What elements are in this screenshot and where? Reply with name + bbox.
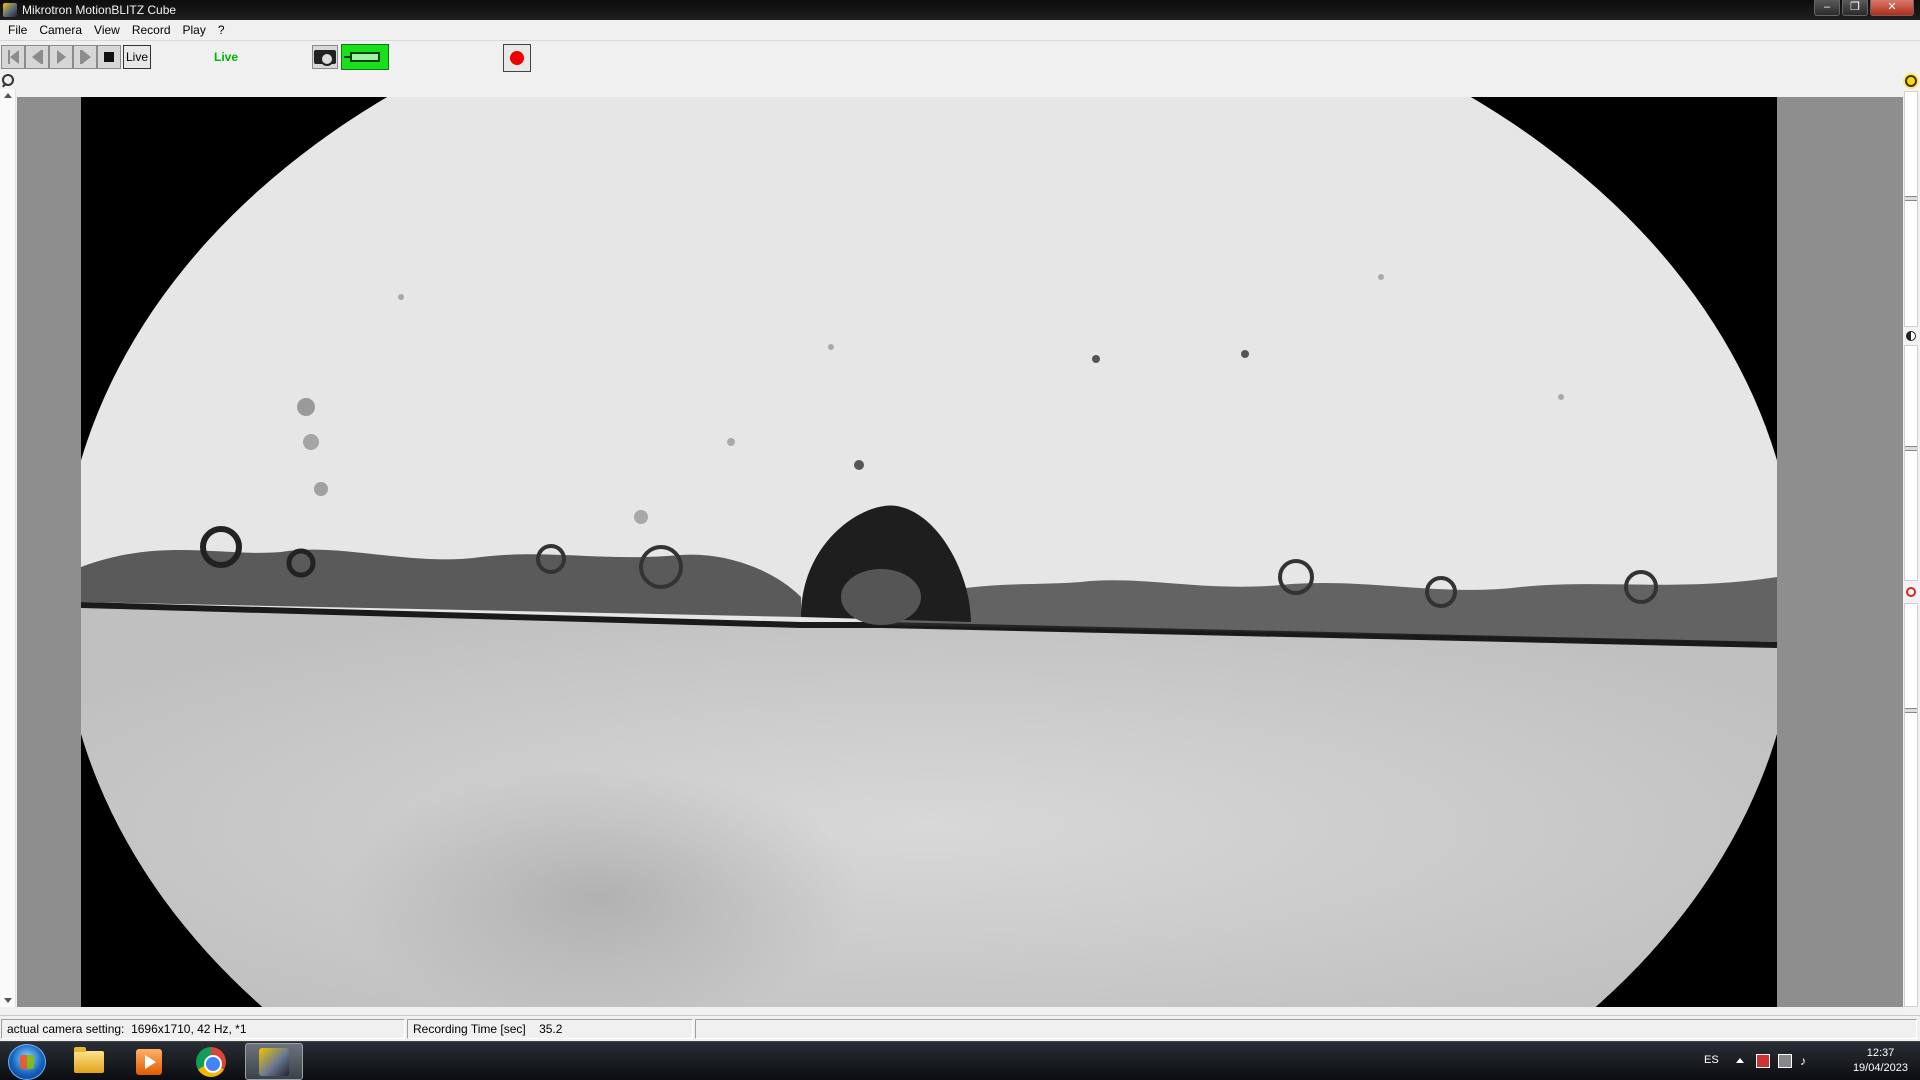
show-hidden-icons-icon[interactable]: [1736, 1058, 1744, 1063]
adjustment-panel: [1903, 73, 1920, 1015]
window-controls: – ❐ ✕: [1812, 0, 1914, 16]
live-button[interactable]: Live: [123, 45, 151, 69]
clock-time: 12:37: [1866, 1047, 1895, 1059]
step-back-button[interactable]: [25, 45, 49, 69]
app-icon: [3, 3, 17, 17]
network-icon[interactable]: [1778, 1054, 1792, 1068]
contrast-slider[interactable]: [1904, 345, 1918, 581]
menu-record[interactable]: Record: [126, 23, 177, 37]
brightness-icon: [1905, 75, 1917, 87]
toolbar: Live Live: [0, 41, 1920, 73]
window-titlebar[interactable]: Mikrotron MotionBLITZ Cube – ❐ ✕: [0, 0, 1920, 20]
brightness-slider[interactable]: [1904, 91, 1918, 327]
work-area: [0, 73, 1920, 1015]
contrast-icon: [1906, 331, 1916, 341]
action-center-flag-icon[interactable]: [1756, 1054, 1770, 1068]
menu-bar: File Camera View Record Play ?: [0, 20, 1920, 41]
camera-connect-button[interactable]: [341, 44, 389, 70]
camera-setting-label: actual camera setting:: [7, 1022, 125, 1036]
recording-time-label: Recording Time [sec]: [413, 1022, 526, 1036]
chrome-icon: [196, 1046, 226, 1077]
camera-setting-value: 1696x1710, 42 Hz, *1: [131, 1022, 247, 1036]
status-empty-pane: [695, 1019, 1917, 1039]
minimize-icon[interactable]: –: [1814, 0, 1840, 16]
record-icon: [510, 51, 524, 65]
taskbar: ES ♪ 12:37 19/04/2023: [0, 1041, 1920, 1080]
language-indicator[interactable]: ES: [1704, 1054, 1719, 1066]
menu-help[interactable]: ?: [212, 23, 231, 37]
menu-play[interactable]: Play: [177, 23, 212, 37]
recording-time-value: 35.2: [539, 1022, 563, 1036]
camera-icon: [314, 50, 336, 66]
snapshot-button[interactable]: [312, 45, 338, 69]
record-button[interactable]: [503, 44, 531, 72]
zoom-icon[interactable]: [0, 73, 16, 89]
motionblitz-icon: [259, 1047, 289, 1076]
taskbar-motionblitz[interactable]: [245, 1043, 303, 1080]
camera-setting-pane: actual camera setting: 1696x1710, 42 Hz,…: [1, 1019, 405, 1039]
color-icon: [1906, 587, 1916, 597]
taskbar-explorer[interactable]: [60, 1043, 118, 1080]
play-icon: [56, 50, 66, 64]
image-viewer[interactable]: [17, 97, 1903, 1007]
stop-icon: [104, 52, 114, 62]
step-back-icon: [31, 50, 41, 64]
recording-time-pane: Recording Time [sec] 35.2: [407, 1019, 693, 1039]
step-forward-icon: [81, 50, 91, 64]
live-status-label: Live: [214, 50, 239, 64]
play-button[interactable]: [49, 45, 73, 69]
menu-view[interactable]: View: [88, 23, 126, 37]
camera-frame[interactable]: [81, 97, 1777, 1007]
brightness-slider-thumb[interactable]: [1905, 196, 1917, 201]
taskbar-media-player[interactable]: [120, 1043, 178, 1080]
taskbar-chrome[interactable]: [182, 1043, 240, 1080]
color-slider[interactable]: [1904, 603, 1918, 1007]
volume-icon[interactable]: ♪: [1800, 1054, 1814, 1068]
scroll-up-icon[interactable]: [4, 93, 12, 98]
left-vertical-scrollbar[interactable]: [0, 89, 16, 1007]
clock-date: 19/04/2023: [1852, 1062, 1908, 1074]
restore-icon[interactable]: ❐: [1842, 0, 1868, 16]
scroll-down-icon[interactable]: [4, 998, 12, 1003]
folder-icon: [74, 1046, 104, 1073]
step-forward-button[interactable]: [73, 45, 97, 69]
status-bar: actual camera setting: 1696x1710, 42 Hz,…: [0, 1015, 1920, 1041]
menu-file[interactable]: File: [2, 23, 33, 37]
skip-to-start-button[interactable]: [1, 45, 25, 69]
window-title: Mikrotron MotionBLITZ Cube: [22, 3, 177, 17]
camera-image: [81, 97, 1777, 1007]
menu-camera[interactable]: Camera: [33, 23, 88, 37]
plug-icon: [344, 52, 380, 62]
contrast-slider-thumb[interactable]: [1905, 446, 1917, 451]
stop-button[interactable]: [97, 45, 121, 69]
media-player-icon: [136, 1048, 162, 1075]
skip-start-arrow-icon: [9, 50, 19, 64]
close-icon[interactable]: ✕: [1870, 0, 1914, 16]
clock[interactable]: 12:37 19/04/2023: [1853, 1046, 1908, 1076]
start-button[interactable]: [8, 1044, 46, 1080]
step-back-bar-icon: [40, 50, 43, 64]
color-slider-thumb[interactable]: [1905, 708, 1917, 713]
